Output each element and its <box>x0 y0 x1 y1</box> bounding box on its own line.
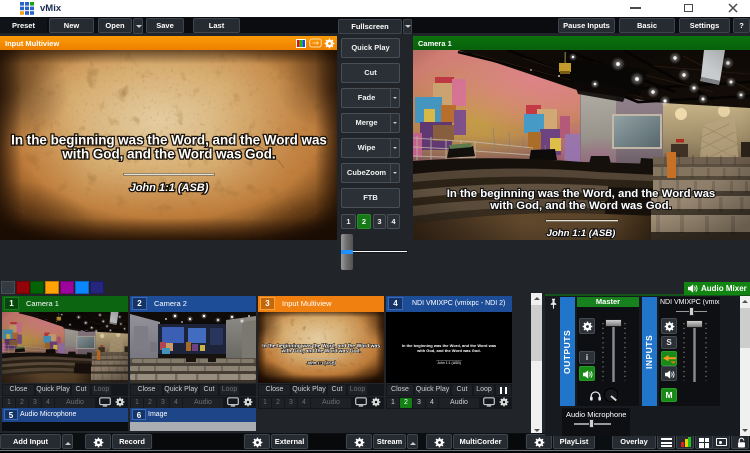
svg-text:John 1:1 (ASB): John 1:1 (ASB) <box>547 228 616 239</box>
svg-text:with God, and the Word was God: with God, and the Word was God. <box>489 200 671 212</box>
svg-text:In the beginning was the Word,: In the beginning was the Word, and the W… <box>447 188 716 200</box>
